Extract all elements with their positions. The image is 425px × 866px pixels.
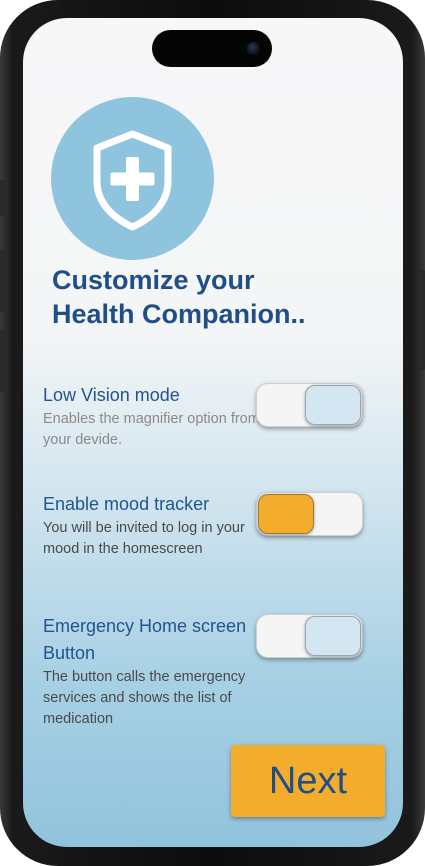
setting-description: Enables the magnifier option from your d… [43,411,260,448]
app-logo [51,97,214,260]
toggle-knob [258,494,314,534]
setting-mood-tracker: Enable mood tracker You will be invited … [43,491,263,560]
camera-icon [247,42,260,55]
next-button[interactable]: Next [231,745,385,817]
emergency-button-toggle[interactable] [256,614,363,658]
phone-frame: Customize your Health Companion.. Low Vi… [0,0,425,866]
setting-low-vision: Low Vision mode Enables the magnifier op… [43,382,263,451]
setting-emergency-button: Emergency Home screen Button The button … [43,613,263,730]
setting-description: The button calls the emergency services … [43,669,246,727]
silent-switch [0,180,6,216]
screen: Customize your Health Companion.. Low Vi… [23,18,403,847]
toggle-knob [305,616,361,656]
mood-tracker-toggle[interactable] [256,492,363,536]
setting-label: Low Vision mode [43,385,180,405]
title-line-1: Customize your [52,265,255,295]
dynamic-island [152,30,272,67]
setting-label: Emergency Home screen Button [43,616,247,663]
volume-down-button [0,330,6,392]
volume-up-button [0,250,6,312]
low-vision-toggle[interactable] [256,383,363,427]
toggle-knob [305,385,361,425]
setting-label: Enable mood tracker [43,494,210,514]
title-line-2: Health Companion.. [52,299,306,329]
setting-description: You will be invited to log in your mood … [43,520,245,557]
power-button [419,270,425,370]
shield-plus-icon [93,130,172,231]
page-title: Customize your Health Companion.. [52,263,392,331]
